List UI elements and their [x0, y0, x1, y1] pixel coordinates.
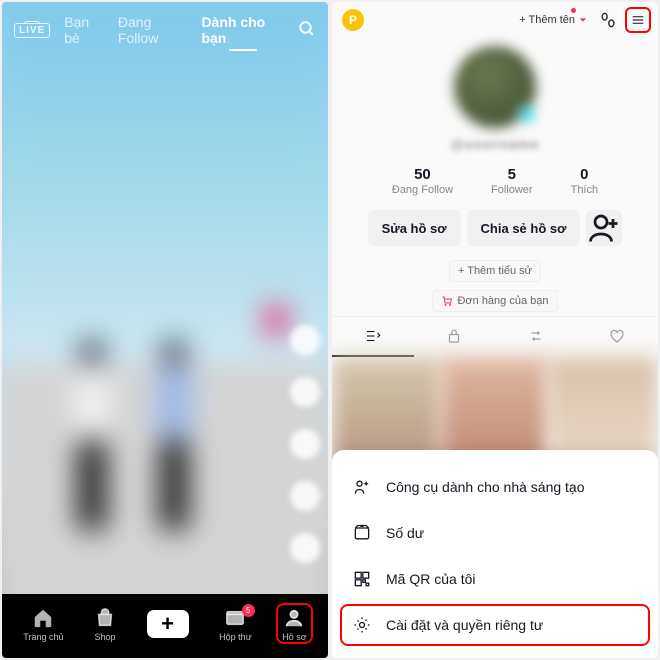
profile-header: P + Thêm tên: [332, 2, 658, 38]
profile-tabs: [332, 316, 658, 357]
orders-row: Đơn hàng của bạn: [332, 286, 658, 316]
add-bio-button[interactable]: + Thêm tiểu sử: [449, 260, 541, 282]
menu-settings-privacy[interactable]: Cài đặt và quyền riêng tư: [332, 602, 658, 648]
nav-home-label: Trang chủ: [23, 632, 63, 642]
feed-screen: LIVE Bạn bè Đang Follow Dành cho bạn Tra…: [2, 2, 328, 658]
menu-creator-tools[interactable]: Công cụ dành cho nhà sáng tạo: [332, 464, 658, 510]
stat-following[interactable]: 50 Đang Follow: [392, 166, 453, 196]
comment-icon[interactable]: [290, 429, 320, 459]
add-friend-button[interactable]: [586, 210, 622, 246]
share-icon[interactable]: [290, 481, 320, 511]
top-tabs: LIVE Bạn bè Đang Follow Dành cho bạn: [2, 10, 328, 50]
stat-follower[interactable]: 5 Follower: [491, 166, 533, 196]
orders-button[interactable]: Đơn hàng của bạn: [432, 290, 557, 312]
nav-inbox-label: Hộp thư: [219, 632, 252, 642]
avatar-section: @username: [332, 38, 658, 156]
side-action-bar: [290, 325, 320, 563]
menu-balance[interactable]: Số dư: [332, 510, 658, 556]
notification-dot: [571, 8, 576, 13]
avatar-icon[interactable]: [290, 325, 320, 355]
inbox-badge: 5: [242, 604, 255, 617]
nav-shop[interactable]: Shop: [94, 607, 116, 642]
menu-qr-code[interactable]: Mã QR của tôi: [332, 556, 658, 602]
tab-for-you[interactable]: Dành cho bạn: [201, 14, 284, 46]
share-profile-button[interactable]: Chia sẻ hồ sơ: [467, 210, 581, 246]
tab-locked[interactable]: [414, 317, 496, 357]
settings-sheet: Công cụ dành cho nhà sáng tạo Số dư Mã Q…: [332, 450, 658, 658]
nav-profile[interactable]: Hồ sơ: [282, 607, 306, 642]
live-icon[interactable]: LIVE: [14, 23, 50, 38]
nav-shop-label: Shop: [95, 632, 116, 642]
video-background: [2, 2, 328, 658]
nav-profile-label: Hồ sơ: [282, 632, 306, 642]
edit-profile-button[interactable]: Sửa hồ sơ: [368, 210, 461, 246]
coin-icon[interactable]: P: [342, 9, 364, 31]
avatar[interactable]: [454, 46, 536, 128]
tab-grid[interactable]: [332, 317, 414, 357]
tab-repost[interactable]: [495, 317, 577, 357]
bottom-nav: Trang chủ Shop + 5 Hộp thư Hồ sơ: [2, 594, 328, 658]
add-name-button[interactable]: + Thêm tên: [519, 14, 588, 26]
tab-following[interactable]: Đang Follow: [118, 14, 188, 46]
nav-create[interactable]: +: [147, 610, 189, 638]
username: @username: [451, 136, 540, 152]
verified-icon: [518, 106, 536, 124]
nav-inbox[interactable]: 5 Hộp thư: [219, 607, 252, 642]
action-row: Sửa hồ sơ Chia sẻ hồ sơ: [332, 206, 658, 256]
stats-row: 50 Đang Follow 5 Follower 0 Thích: [332, 156, 658, 206]
hamburger-menu-icon[interactable]: [628, 10, 648, 30]
like-icon[interactable]: [290, 377, 320, 407]
tab-friends[interactable]: Bạn bè: [64, 14, 104, 46]
stat-like[interactable]: 0 Thích: [571, 166, 599, 196]
chips-row: + Thêm tiểu sử: [332, 256, 658, 286]
sound-icon[interactable]: [290, 533, 320, 563]
nav-home[interactable]: Trang chủ: [23, 607, 63, 642]
plus-icon: +: [161, 611, 174, 637]
profile-screen: P + Thêm tên @username 50 Đang Follow 5 …: [332, 2, 658, 658]
tab-liked[interactable]: [577, 317, 659, 357]
search-icon[interactable]: [298, 20, 316, 40]
footsteps-icon[interactable]: [598, 10, 618, 30]
